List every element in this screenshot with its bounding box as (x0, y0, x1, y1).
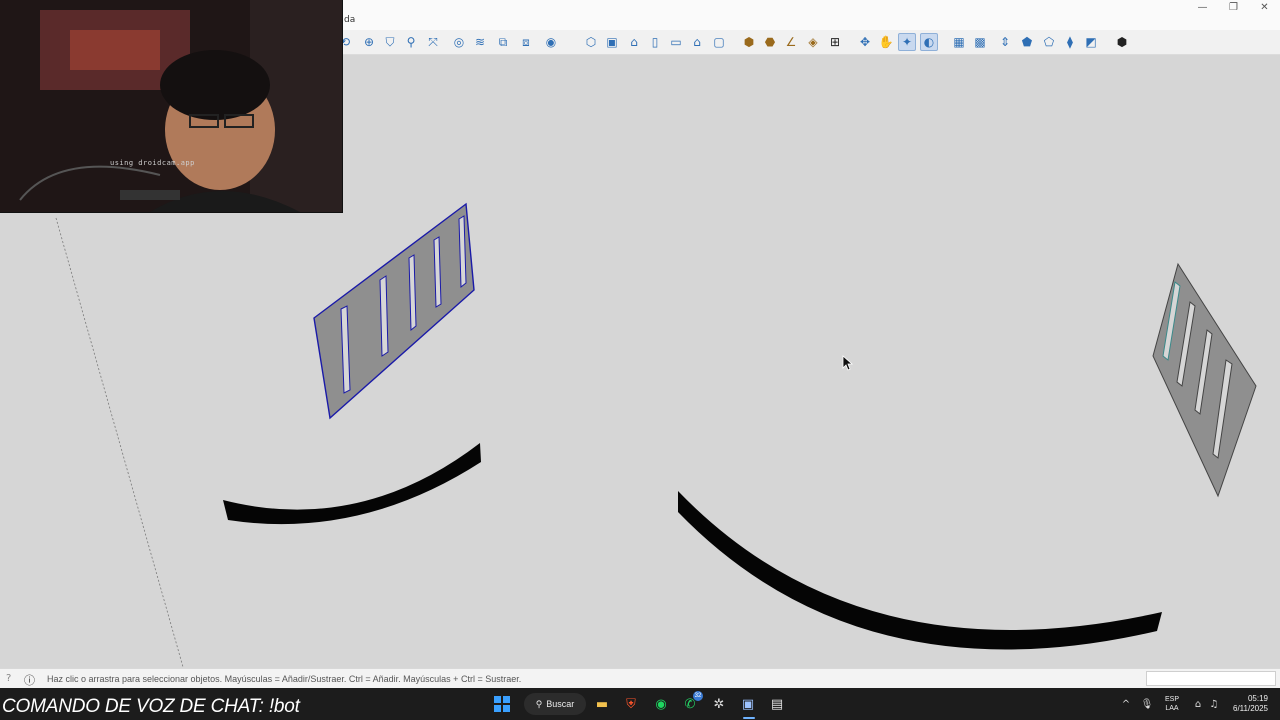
curved-strip-left[interactable] (223, 443, 481, 525)
extension-icon[interactable]: ⬢ (1113, 33, 1131, 51)
status-bar: ? ⓘ Haz clic o arrastra para seleccionar… (0, 668, 1280, 689)
group-icon[interactable]: ⬣ (761, 33, 779, 51)
spotify-icon[interactable]: ◉ (651, 694, 671, 714)
keyboard-layout: LAA (1165, 705, 1179, 712)
webcam-feed (0, 0, 342, 212)
front-view-icon[interactable]: ⌂ (625, 33, 643, 51)
outliner-icon[interactable]: ⊞ (826, 33, 844, 51)
tape-measure-icon[interactable]: ∠ (782, 33, 800, 51)
start-button[interactable] (492, 694, 512, 714)
right-view-icon[interactable]: ▯ (646, 33, 664, 51)
component-icon[interactable]: ⬢ (740, 33, 758, 51)
orbit-active-icon[interactable]: ✦ (898, 33, 916, 51)
terrain-icon[interactable]: ▩ (971, 33, 989, 51)
flip-edge-icon[interactable]: ◩ (1082, 33, 1100, 51)
minimize-button[interactable]: — (1187, 0, 1218, 14)
stamp-icon[interactable]: ⬠ (1040, 33, 1058, 51)
green-axis-line (55, 217, 184, 667)
hand-icon[interactable]: ✋ (877, 33, 895, 51)
maximize-button[interactable]: ❐ (1218, 0, 1249, 14)
iso-view-icon[interactable]: ⬡ (582, 33, 600, 51)
windows-logo-icon (494, 696, 510, 712)
help-icon[interactable]: ? (6, 673, 11, 684)
smoove-icon[interactable]: ⬟ (1018, 33, 1036, 51)
bottom-view-icon[interactable]: ▢ (710, 33, 728, 51)
globe-active-icon[interactable]: ◐ (920, 33, 938, 51)
top-view-icon[interactable]: ▣ (603, 33, 621, 51)
sketchup-taskbar-icon[interactable]: ▣ (738, 694, 758, 714)
zoom-extents-icon[interactable]: ⤧ (424, 33, 442, 51)
active-app-indicator (743, 717, 755, 719)
document-app-icon[interactable]: ▤ (767, 694, 787, 714)
taskbar-search[interactable]: ⚲ Buscar (524, 693, 586, 715)
microphone-icon[interactable]: 🎙 (1137, 694, 1157, 714)
paint-bucket-icon[interactable]: ⛉ (381, 33, 399, 51)
slotted-panel-right[interactable] (1152, 262, 1257, 498)
brave-browser-icon[interactable]: ⛨ (621, 694, 641, 714)
search-icon: ⚲ (535, 698, 543, 709)
x-ray-icon[interactable]: ◎ (450, 33, 468, 51)
hidden-line-icon[interactable]: ⧈ (517, 33, 535, 51)
measurements-input[interactable] (1146, 671, 1276, 686)
windows-taskbar: COMANDO DE VOZ DE CHAT: !bot ⚲ Buscar ▬ … (0, 688, 1280, 720)
chat-command-overlay: COMANDO DE VOZ DE CHAT: !bot (2, 696, 300, 717)
system-clock[interactable]: 05:19 6/11/2025 (1226, 694, 1268, 714)
search-label: Buscar (546, 699, 575, 709)
layers-icon[interactable]: ◈ (804, 33, 822, 51)
volume-icon[interactable]: ♫ (1204, 694, 1224, 714)
sandbox-icon[interactable]: ▦ (950, 33, 968, 51)
section-plane-icon[interactable]: ⊕ (360, 33, 378, 51)
language-indicator[interactable]: ESP LAA (1162, 695, 1182, 713)
wireframe-icon[interactable]: ⧉ (494, 33, 512, 51)
clock-time: 05:19 (1247, 694, 1268, 703)
curved-strip-right[interactable] (678, 491, 1162, 650)
file-explorer-icon[interactable]: ▬ (592, 694, 612, 714)
drape-icon[interactable]: ⧫ (1061, 33, 1079, 51)
webcam-caption: using droidcam.app (110, 159, 195, 167)
back-view-icon[interactable]: ▭ (667, 33, 685, 51)
chatgpt-icon[interactable]: ✲ (709, 694, 729, 714)
push-pull-icon[interactable]: ⇕ (996, 33, 1014, 51)
close-button[interactable]: ✕ (1249, 0, 1280, 14)
mouse-cursor-icon (842, 355, 854, 371)
left-view-icon[interactable]: ⌂ (688, 33, 706, 51)
pan-icon[interactable]: ✥ (856, 33, 874, 51)
clock-date: 6/11/2025 (1233, 704, 1268, 713)
back-edges-icon[interactable]: ≋ (471, 33, 489, 51)
zoom-icon[interactable]: ⚲ (402, 33, 420, 51)
styles-dropdown-icon[interactable]: ◉ (542, 33, 560, 51)
selected-slotted-panel[interactable] (313, 202, 475, 420)
window-controls: — ❐ ✕ (1187, 0, 1280, 14)
tray-chevron-icon[interactable]: ^ (1116, 694, 1136, 714)
whatsapp-badge: 32 (693, 691, 703, 701)
status-hint-text: Haz clic o arrastra para seleccionar obj… (47, 674, 522, 684)
info-icon[interactable]: ⓘ (24, 672, 35, 688)
menu-bar-fragment[interactable]: da (344, 15, 355, 25)
webcam-overlay: using droidcam.app (0, 0, 343, 213)
language-code: ESP (1164, 696, 1179, 703)
